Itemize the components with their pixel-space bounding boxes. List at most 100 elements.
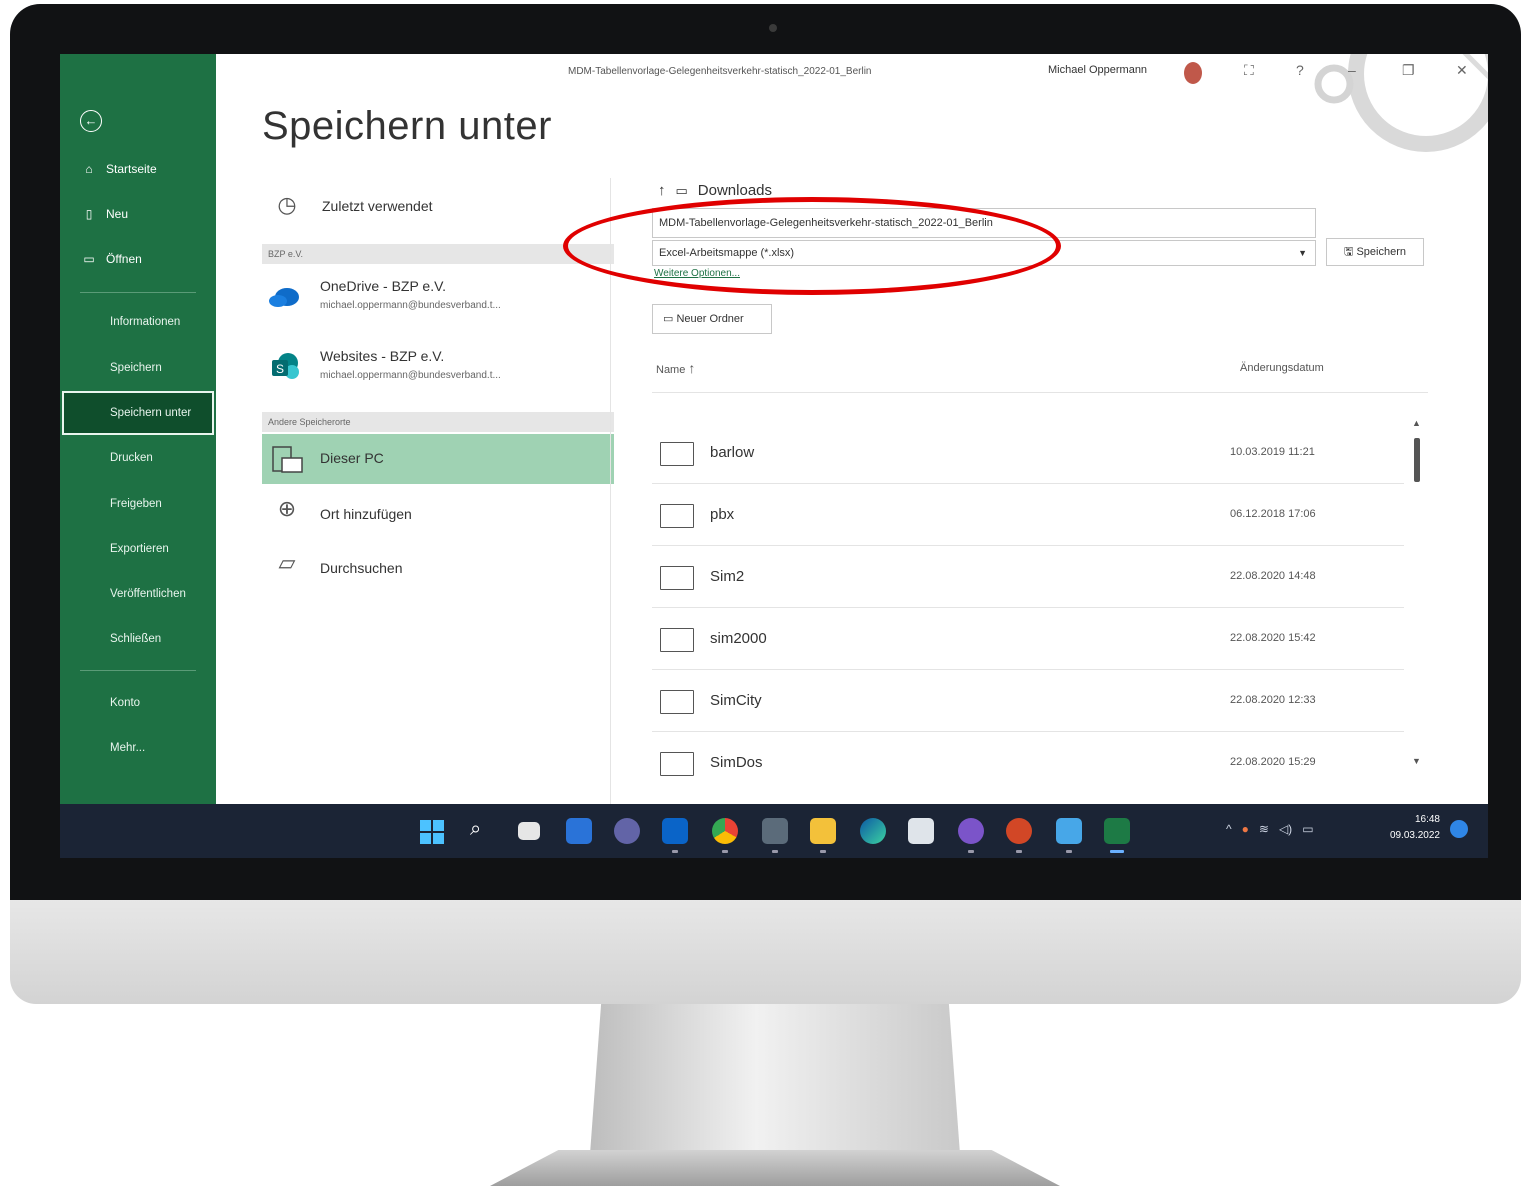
folder-open-icon: ▭ (83, 252, 95, 266)
windows-taskbar: ⌕ ^ ● ≋ ◁) ▭ 16:48 09.03.2022 (60, 804, 1488, 858)
notes-icon[interactable] (1056, 818, 1082, 844)
webcam (769, 24, 777, 32)
location-this-pc[interactable]: Dieser PC (262, 434, 614, 484)
monitor-chin (10, 900, 1521, 1004)
sidebar-item-export[interactable]: Exportieren (62, 527, 214, 571)
powerpoint-icon[interactable] (1006, 818, 1032, 844)
clock-time[interactable]: 16:48 (1396, 814, 1440, 825)
coauthoring-icon[interactable]: ⛶ (1244, 62, 1254, 79)
breadcrumb: ↑ ▭ Downloads (658, 182, 772, 199)
sidebar-item-close[interactable]: Schließen (62, 617, 214, 661)
edge-icon[interactable] (860, 818, 886, 844)
sidebar-item-more[interactable]: Mehr... (62, 726, 214, 770)
computer-icon (272, 446, 303, 473)
list-item[interactable]: SimCity 22.08.2020 12:33 (652, 670, 1404, 732)
new-folder-button[interactable]: ▭ Neuer Ordner (652, 304, 772, 334)
running-indicator (1066, 850, 1072, 853)
sidebar-divider (80, 292, 196, 293)
task-view-icon[interactable] (518, 822, 540, 840)
wifi-icon[interactable]: ≋ (1259, 822, 1269, 836)
windows-start-icon[interactable] (420, 820, 444, 844)
file-explorer-icon[interactable] (810, 818, 836, 844)
current-folder[interactable]: Downloads (698, 182, 772, 199)
scrollbar-thumb[interactable] (1414, 438, 1420, 482)
teams-chat-icon[interactable] (614, 818, 640, 844)
list-item[interactable]: Sim2 22.08.2020 14:48 (652, 546, 1404, 608)
sidebar-item-account[interactable]: Konto (62, 681, 214, 725)
widgets-icon[interactable] (566, 818, 592, 844)
sidebar-item-share[interactable]: Freigeben (62, 482, 214, 526)
notification-icon[interactable] (1450, 820, 1468, 838)
help-icon[interactable]: ? (1296, 62, 1304, 78)
list-item[interactable]: sim2000 22.08.2020 15:42 (652, 608, 1404, 670)
folder-icon: ▭ (675, 182, 688, 198)
column-header-name[interactable]: Name ↑ (656, 360, 695, 376)
location-sharepoint[interactable]: S Websites - BZP e.V. michael.oppermann@… (262, 342, 614, 398)
search-icon[interactable]: ⌕ (470, 818, 481, 841)
nav-new[interactable]: ▯ Neu (82, 207, 128, 221)
header-divider (652, 392, 1428, 393)
folder-icon (660, 504, 694, 528)
monitor-stand-foot (490, 1150, 1060, 1186)
up-arrow-icon[interactable]: ↑ (658, 182, 666, 199)
location-add-place[interactable]: ⊕ Ort hinzufügen (262, 494, 614, 534)
sidebar-divider (80, 670, 196, 671)
sort-up-icon: ↑ (688, 360, 696, 376)
new-folder-icon: ▭ (663, 313, 677, 325)
outlook-icon[interactable] (662, 818, 688, 844)
running-indicator (772, 850, 778, 853)
save-icon: 🖫 (1344, 246, 1357, 258)
monitor-stand-neck (590, 1004, 960, 1154)
nav-home[interactable]: ⌂ Startseite (82, 162, 156, 176)
avatar[interactable] (1184, 62, 1202, 84)
folder-icon (660, 442, 694, 466)
excel-icon[interactable] (1104, 818, 1130, 844)
sidebar-item-info[interactable]: Informationen (62, 300, 214, 344)
running-indicator (672, 850, 678, 853)
monitor-photo: ← ⌂ Startseite ▯ Neu ▭ Öffnen Informationen… (0, 0, 1521, 1186)
volume-icon[interactable]: ◁) (1279, 822, 1292, 836)
save-button[interactable]: 🖫 Speichern (1326, 238, 1424, 266)
scroll-up-arrow[interactable]: ▲ (1412, 418, 1421, 428)
column-header-date[interactable]: Änderungsdatum (1240, 362, 1324, 374)
close-icon[interactable]: ✕ (1456, 62, 1468, 79)
sidebar-item-save[interactable]: Speichern (62, 346, 214, 390)
teams-icon[interactable] (958, 818, 984, 844)
chrome-icon[interactable] (712, 818, 738, 844)
backstage-sidebar: ← ⌂ Startseite ▯ Neu ▭ Öffnen Informationen… (60, 54, 216, 804)
folder-icon: ▱ (278, 550, 296, 575)
new-file-icon: ▯ (85, 207, 93, 221)
document-title: MDM-Tabellenvorlage-Gelegenheitsverkehr-… (568, 66, 872, 77)
account-name[interactable]: Michael Oppermann (1048, 64, 1147, 76)
battery-icon[interactable]: ▭ (1302, 822, 1313, 836)
minimize-icon[interactable]: – (1348, 62, 1356, 78)
location-onedrive[interactable]: OneDrive - BZP e.V. michael.oppermann@bu… (262, 272, 614, 328)
vpn-icon[interactable] (762, 818, 788, 844)
sidebar-item-save-as[interactable]: Speichern unter (62, 391, 214, 435)
running-indicator (968, 850, 974, 853)
location-browse[interactable]: ▱ Durchsuchen (262, 548, 614, 588)
chevron-up-icon[interactable]: ^ (1226, 822, 1232, 836)
scroll-down-arrow[interactable]: ▼ (1412, 756, 1421, 766)
red-highlight-ellipse (563, 197, 1061, 295)
network-icon[interactable]: ● (1242, 822, 1249, 836)
running-indicator (1016, 850, 1022, 853)
notepad-icon[interactable] (908, 818, 934, 844)
nav-open[interactable]: ▭ Öffnen (82, 252, 141, 266)
location-recent[interactable]: ◷ Zuletzt verwendet (262, 188, 614, 228)
list-item[interactable]: barlow 10.03.2019 11:21 (652, 422, 1404, 484)
clock-date[interactable]: 09.03.2022 (1370, 830, 1440, 841)
sidebar-item-publish[interactable]: Veröffentlichen (62, 572, 214, 616)
active-indicator (1110, 850, 1124, 853)
window-titlebar: MDM-Tabellenvorlage-Gelegenheitsverkehr-… (216, 54, 1488, 152)
restore-icon[interactable]: ❐ (1402, 62, 1415, 79)
back-arrow-icon[interactable]: ← (80, 110, 102, 132)
list-item[interactable]: pbx 06.12.2018 17:06 (652, 484, 1404, 546)
system-tray: ^ ● ≋ ◁) ▭ (1226, 822, 1314, 836)
clock-icon: ◷ (277, 192, 297, 217)
list-item[interactable]: SimDos 22.08.2020 15:29 (652, 732, 1404, 786)
sidebar-item-print[interactable]: Drucken (62, 436, 214, 480)
location-group-header: BZP e.V. (262, 244, 614, 264)
running-indicator (722, 850, 728, 853)
page-title: Speichern unter (262, 104, 552, 148)
